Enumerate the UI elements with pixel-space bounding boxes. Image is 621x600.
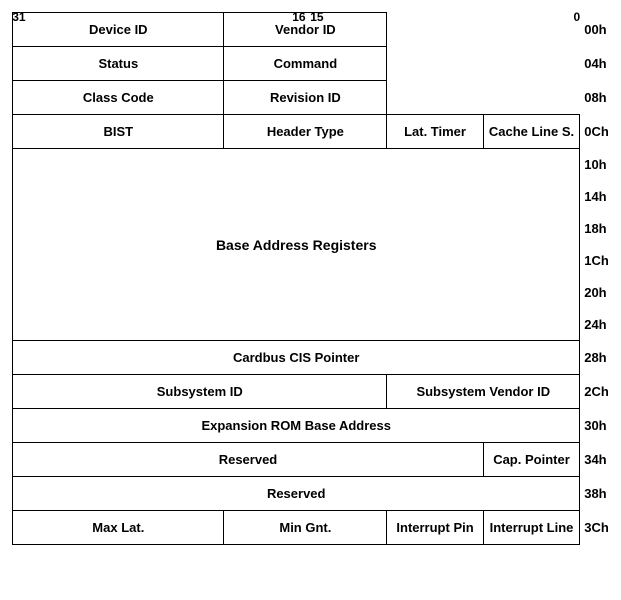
- max-lat-cell: Max Lat.: [13, 511, 224, 545]
- revision-id-cell: Revision ID: [224, 81, 387, 115]
- offset-30h: 30h: [582, 408, 609, 442]
- offset-34h: 34h: [582, 442, 609, 476]
- bit-labels: 31 16 15 0: [12, 10, 580, 12]
- table-row: Reserved Cap. Pointer: [13, 443, 580, 477]
- subsystem-vendor-id-cell: Subsystem Vendor ID: [387, 375, 580, 409]
- offset-column: 00h 04h 08h 0Ch 10h 14h 18h 1Ch 20h 24h …: [582, 12, 609, 545]
- class-code-cell: Class Code: [13, 81, 224, 115]
- table-row: Subsystem ID Subsystem Vendor ID: [13, 375, 580, 409]
- offset-04h: 04h: [582, 46, 609, 80]
- bit-15-label: 15: [310, 10, 323, 24]
- bist-cell: BIST: [13, 115, 224, 149]
- bit-16-label: 16: [292, 10, 305, 24]
- command-cell: Command: [224, 47, 387, 81]
- cap-pointer-cell: Cap. Pointer: [483, 443, 579, 477]
- cardbus-cis-cell: Cardbus CIS Pointer: [13, 341, 580, 375]
- offset-0ch: 0Ch: [582, 114, 609, 148]
- offset-24h: 24h: [582, 308, 609, 340]
- pci-diagram: 31 16 15 0 Device ID Vendor ID Status Co…: [12, 10, 609, 545]
- offset-14h: 14h: [582, 180, 609, 212]
- status-cell: Status: [13, 47, 224, 81]
- offset-1ch: 1Ch: [582, 244, 609, 276]
- lat-timer-cell: Lat. Timer: [387, 115, 483, 149]
- reserved-34h-cell: Reserved: [13, 443, 484, 477]
- expansion-rom-cell: Expansion ROM Base Address: [13, 409, 580, 443]
- min-gnt-cell: Min Gnt.: [224, 511, 387, 545]
- offset-20h: 20h: [582, 276, 609, 308]
- table-row: Base Address Registers: [13, 149, 580, 341]
- table-area: 31 16 15 0 Device ID Vendor ID Status Co…: [12, 10, 609, 545]
- offset-28h: 28h: [582, 340, 609, 374]
- table-row: Class Code Revision ID: [13, 81, 580, 115]
- table-row: Cardbus CIS Pointer: [13, 341, 580, 375]
- offset-08h: 08h: [582, 80, 609, 114]
- interrupt-line-cell: Interrupt Line: [483, 511, 579, 545]
- table-row: Status Command: [13, 47, 580, 81]
- table-row: BIST Header Type Lat. Timer Cache Line S…: [13, 115, 580, 149]
- offset-18h: 18h: [582, 212, 609, 244]
- bit-31-label: 31: [12, 10, 25, 24]
- table-row: Reserved: [13, 477, 580, 511]
- offset-2ch: 2Ch: [582, 374, 609, 408]
- bit-0-label: 0: [574, 10, 581, 24]
- pci-config-table: Device ID Vendor ID Status Command Class…: [12, 12, 580, 545]
- interrupt-pin-cell: Interrupt Pin: [387, 511, 483, 545]
- offset-00h: 00h: [582, 12, 609, 46]
- table-row: Expansion ROM Base Address: [13, 409, 580, 443]
- offset-10h: 10h: [582, 148, 609, 180]
- reserved-38h-cell: Reserved: [13, 477, 580, 511]
- table-row: Max Lat. Min Gnt. Interrupt Pin Interrup…: [13, 511, 580, 545]
- offset-3ch: 3Ch: [582, 510, 609, 544]
- header-type-cell: Header Type: [224, 115, 387, 149]
- bar-cell: Base Address Registers: [13, 149, 580, 341]
- cache-line-cell: Cache Line S.: [483, 115, 579, 149]
- device-id-cell: Device ID: [13, 13, 224, 47]
- offset-38h: 38h: [582, 476, 609, 510]
- subsystem-id-cell: Subsystem ID: [13, 375, 387, 409]
